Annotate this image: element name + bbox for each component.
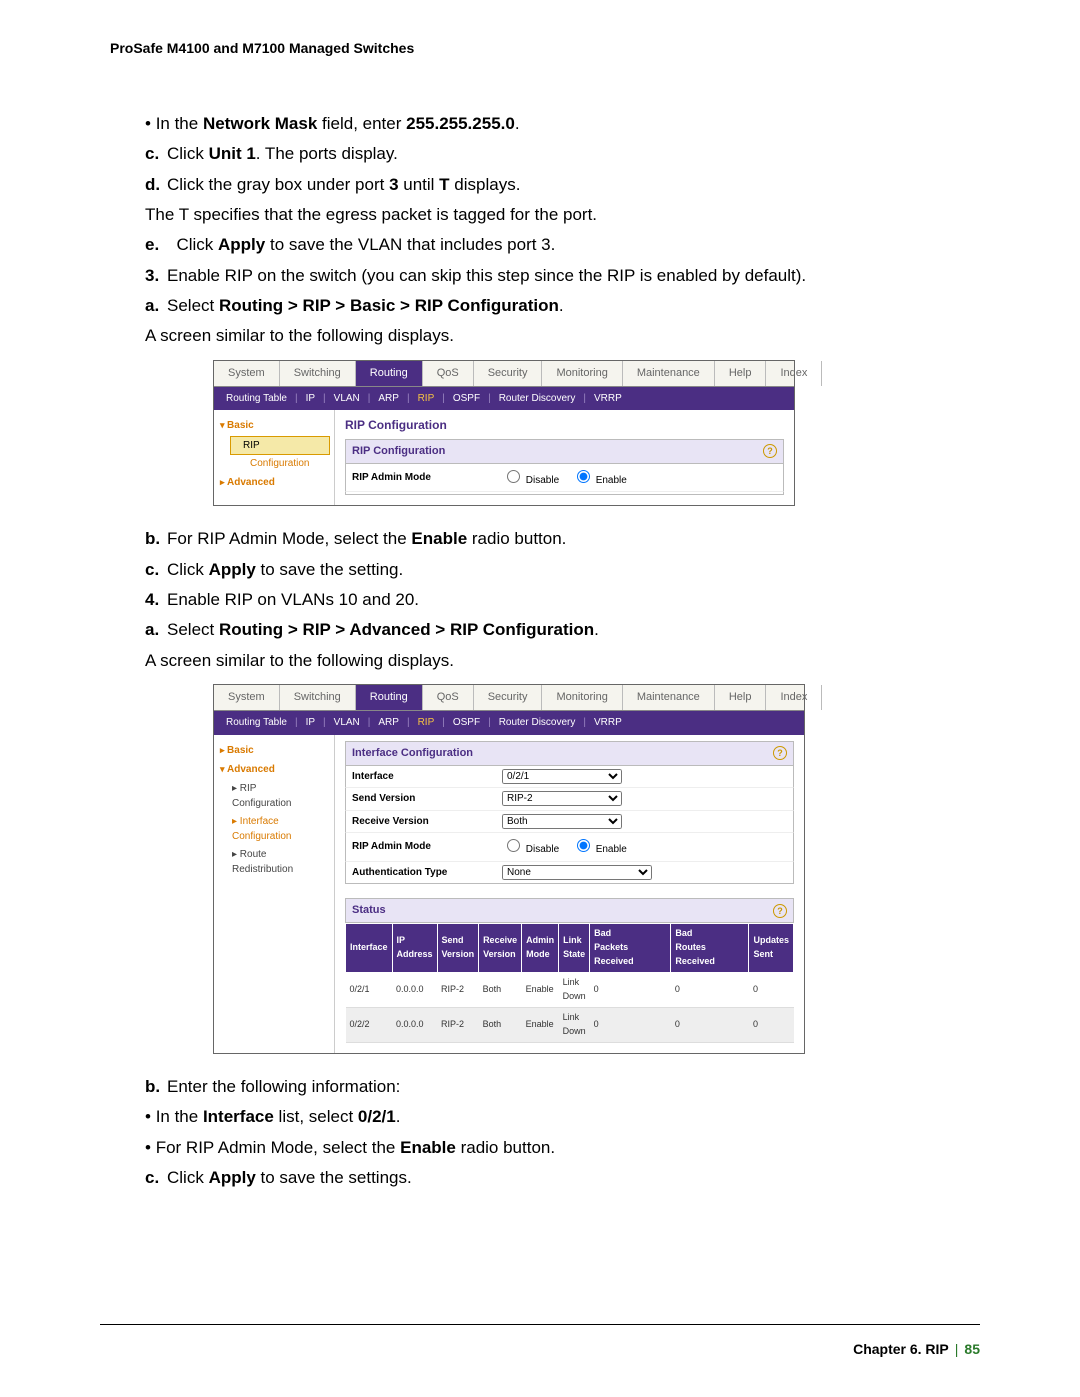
- sidebar-advanced[interactable]: Advanced: [220, 760, 330, 780]
- step-4: 4.Enable RIP on VLANs 10 and 20.: [145, 587, 980, 613]
- step-d: d.Click the gray box under port 3 until …: [145, 172, 980, 198]
- sidebar-item[interactable]: ▸ RouteRedistribution: [220, 846, 330, 879]
- table-row: 0/2/10.0.0.0RIP-2BothEnableLinkDown000: [346, 973, 794, 1008]
- subnav-routing-table[interactable]: Routing Table: [222, 393, 291, 404]
- col-header: SendVersion: [437, 924, 479, 973]
- panel-title: RIP Configuration: [345, 416, 784, 435]
- sidebar-item[interactable]: ▸ RIPConfiguration: [220, 780, 330, 813]
- tab-monitoring[interactable]: Monitoring: [542, 361, 622, 386]
- tab-system[interactable]: System: [214, 361, 280, 386]
- sidebar-config[interactable]: Configuration: [238, 455, 330, 473]
- help-icon[interactable]: ?: [773, 904, 787, 918]
- bullet-enable: For RIP Admin Mode, select the Enable ra…: [145, 1135, 980, 1161]
- interface-select[interactable]: 0/2/1: [502, 769, 622, 784]
- screenshot-rip-advanced: SystemSwitchingRoutingQoSSecurityMonitor…: [213, 684, 805, 1054]
- step-4a: a.Select Routing > RIP > Advanced > RIP …: [145, 617, 980, 643]
- tab-switching[interactable]: Switching: [280, 685, 356, 710]
- subnav-vrrp[interactable]: VRRP: [590, 717, 626, 728]
- subnav-vrrp[interactable]: VRRP: [590, 393, 626, 404]
- sidebar-rip[interactable]: RIP: [230, 436, 330, 456]
- send-version-select[interactable]: RIP-2: [502, 791, 622, 806]
- subnav-ospf[interactable]: OSPF: [449, 717, 484, 728]
- sidebar-basic[interactable]: Basic: [220, 416, 330, 436]
- step-3: 3.Enable RIP on the switch (you can skip…: [145, 263, 980, 289]
- subnav-ip[interactable]: IP: [302, 393, 319, 404]
- rip-admin-row: RIP Admin Mode Disable Enable: [345, 464, 784, 493]
- sidebar-item[interactable]: ▸ InterfaceConfiguration: [220, 813, 330, 846]
- tab-qos[interactable]: QoS: [423, 361, 474, 386]
- radio-enable[interactable]: Enable: [572, 475, 627, 486]
- radio-enable[interactable]: Enable: [572, 844, 627, 855]
- table-row: 0/2/20.0.0.0RIP-2BothEnableLinkDown000: [346, 1007, 794, 1042]
- col-header: AdminMode: [522, 924, 559, 973]
- subnav-vlan[interactable]: VLAN: [330, 717, 364, 728]
- step-4b: b.Enter the following information:: [145, 1074, 980, 1100]
- subnav-arp[interactable]: ARP: [374, 717, 403, 728]
- subnav-routing-table[interactable]: Routing Table: [222, 717, 291, 728]
- tab-maintenance[interactable]: Maintenance: [623, 685, 715, 710]
- col-header: UpdatesSent: [749, 924, 794, 973]
- subnav-vlan[interactable]: VLAN: [330, 393, 364, 404]
- tab-monitoring[interactable]: Monitoring: [542, 685, 622, 710]
- col-header: LinkState: [559, 924, 590, 973]
- tab-qos[interactable]: QoS: [423, 685, 474, 710]
- auth-type-select[interactable]: None: [502, 865, 652, 880]
- body-content: In the Network Mask field, enter 255.255…: [145, 111, 980, 1191]
- status-table: InterfaceIPAddressSendVersionReceiveVers…: [345, 923, 794, 1043]
- step-e: e. Click Apply to save the VLAN that inc…: [145, 232, 980, 258]
- tab-routing[interactable]: Routing: [356, 685, 423, 710]
- tab-routing[interactable]: Routing: [356, 361, 423, 386]
- step-c: c.Click Unit 1. The ports display.: [145, 141, 980, 167]
- help-icon[interactable]: ?: [773, 746, 787, 760]
- tab-maintenance[interactable]: Maintenance: [623, 361, 715, 386]
- subnav-router-discovery[interactable]: Router Discovery: [495, 717, 580, 728]
- bullet-network-mask: In the Network Mask field, enter 255.255…: [145, 111, 980, 137]
- tab-index[interactable]: Index: [766, 685, 822, 710]
- tab-index[interactable]: Index: [766, 361, 822, 386]
- screenshot-rip-basic: SystemSwitchingRoutingQoSSecurityMonitor…: [213, 360, 795, 507]
- tab-security[interactable]: Security: [474, 361, 543, 386]
- tab-security[interactable]: Security: [474, 685, 543, 710]
- box-header-status: Status ?: [345, 898, 794, 923]
- step-3a-note: A screen similar to the following displa…: [145, 323, 980, 349]
- step-3b: b.For RIP Admin Mode, select the Enable …: [145, 526, 980, 552]
- sidebar: Basic RIP Configuration Advanced: [214, 410, 335, 505]
- step-4c: c.Click Apply to save the settings.: [145, 1165, 980, 1191]
- tab-system[interactable]: System: [214, 685, 280, 710]
- sidebar-advanced[interactable]: Advanced: [220, 473, 330, 493]
- col-header: BadPackets Received: [590, 924, 671, 973]
- subnav-rip[interactable]: RIP: [414, 717, 439, 728]
- radio-disable[interactable]: Disable: [502, 475, 559, 486]
- col-header: IPAddress: [392, 924, 437, 973]
- tab-help[interactable]: Help: [715, 361, 767, 386]
- bullet-interface: In the Interface list, select 0/2/1.: [145, 1104, 980, 1130]
- radio-disable[interactable]: Disable: [502, 844, 559, 855]
- subnav-arp[interactable]: ARP: [374, 393, 403, 404]
- step-4a-note: A screen similar to the following displa…: [145, 648, 980, 674]
- step-d-note: The T specifies that the egress packet i…: [145, 202, 980, 228]
- step-3a: a.Select Routing > RIP > Basic > RIP Con…: [145, 293, 980, 319]
- tab-switching[interactable]: Switching: [280, 361, 356, 386]
- step-3c: c.Click Apply to save the setting.: [145, 557, 980, 583]
- box-header-ifconfig: Interface Configuration ?: [345, 741, 794, 766]
- help-icon[interactable]: ?: [763, 444, 777, 458]
- subnav-ip[interactable]: IP: [302, 717, 319, 728]
- subnav-rip[interactable]: RIP: [414, 393, 439, 404]
- sidebar: Basic Advanced ▸ RIPConfiguration▸ Inter…: [214, 735, 335, 1053]
- tab-help[interactable]: Help: [715, 685, 767, 710]
- doc-header: ProSafe M4100 and M7100 Managed Switches: [110, 40, 980, 56]
- page-footer: Chapter 6. RIP|85: [853, 1341, 980, 1357]
- subnav-router-discovery[interactable]: Router Discovery: [495, 393, 580, 404]
- box-header: RIP Configuration ?: [345, 439, 784, 464]
- col-header: BadRoutes Received: [671, 924, 749, 973]
- col-header: Interface: [346, 924, 393, 973]
- sidebar-basic[interactable]: Basic: [220, 741, 330, 761]
- receive-version-select[interactable]: Both: [502, 814, 622, 829]
- subnav-ospf[interactable]: OSPF: [449, 393, 484, 404]
- col-header: ReceiveVersion: [479, 924, 522, 973]
